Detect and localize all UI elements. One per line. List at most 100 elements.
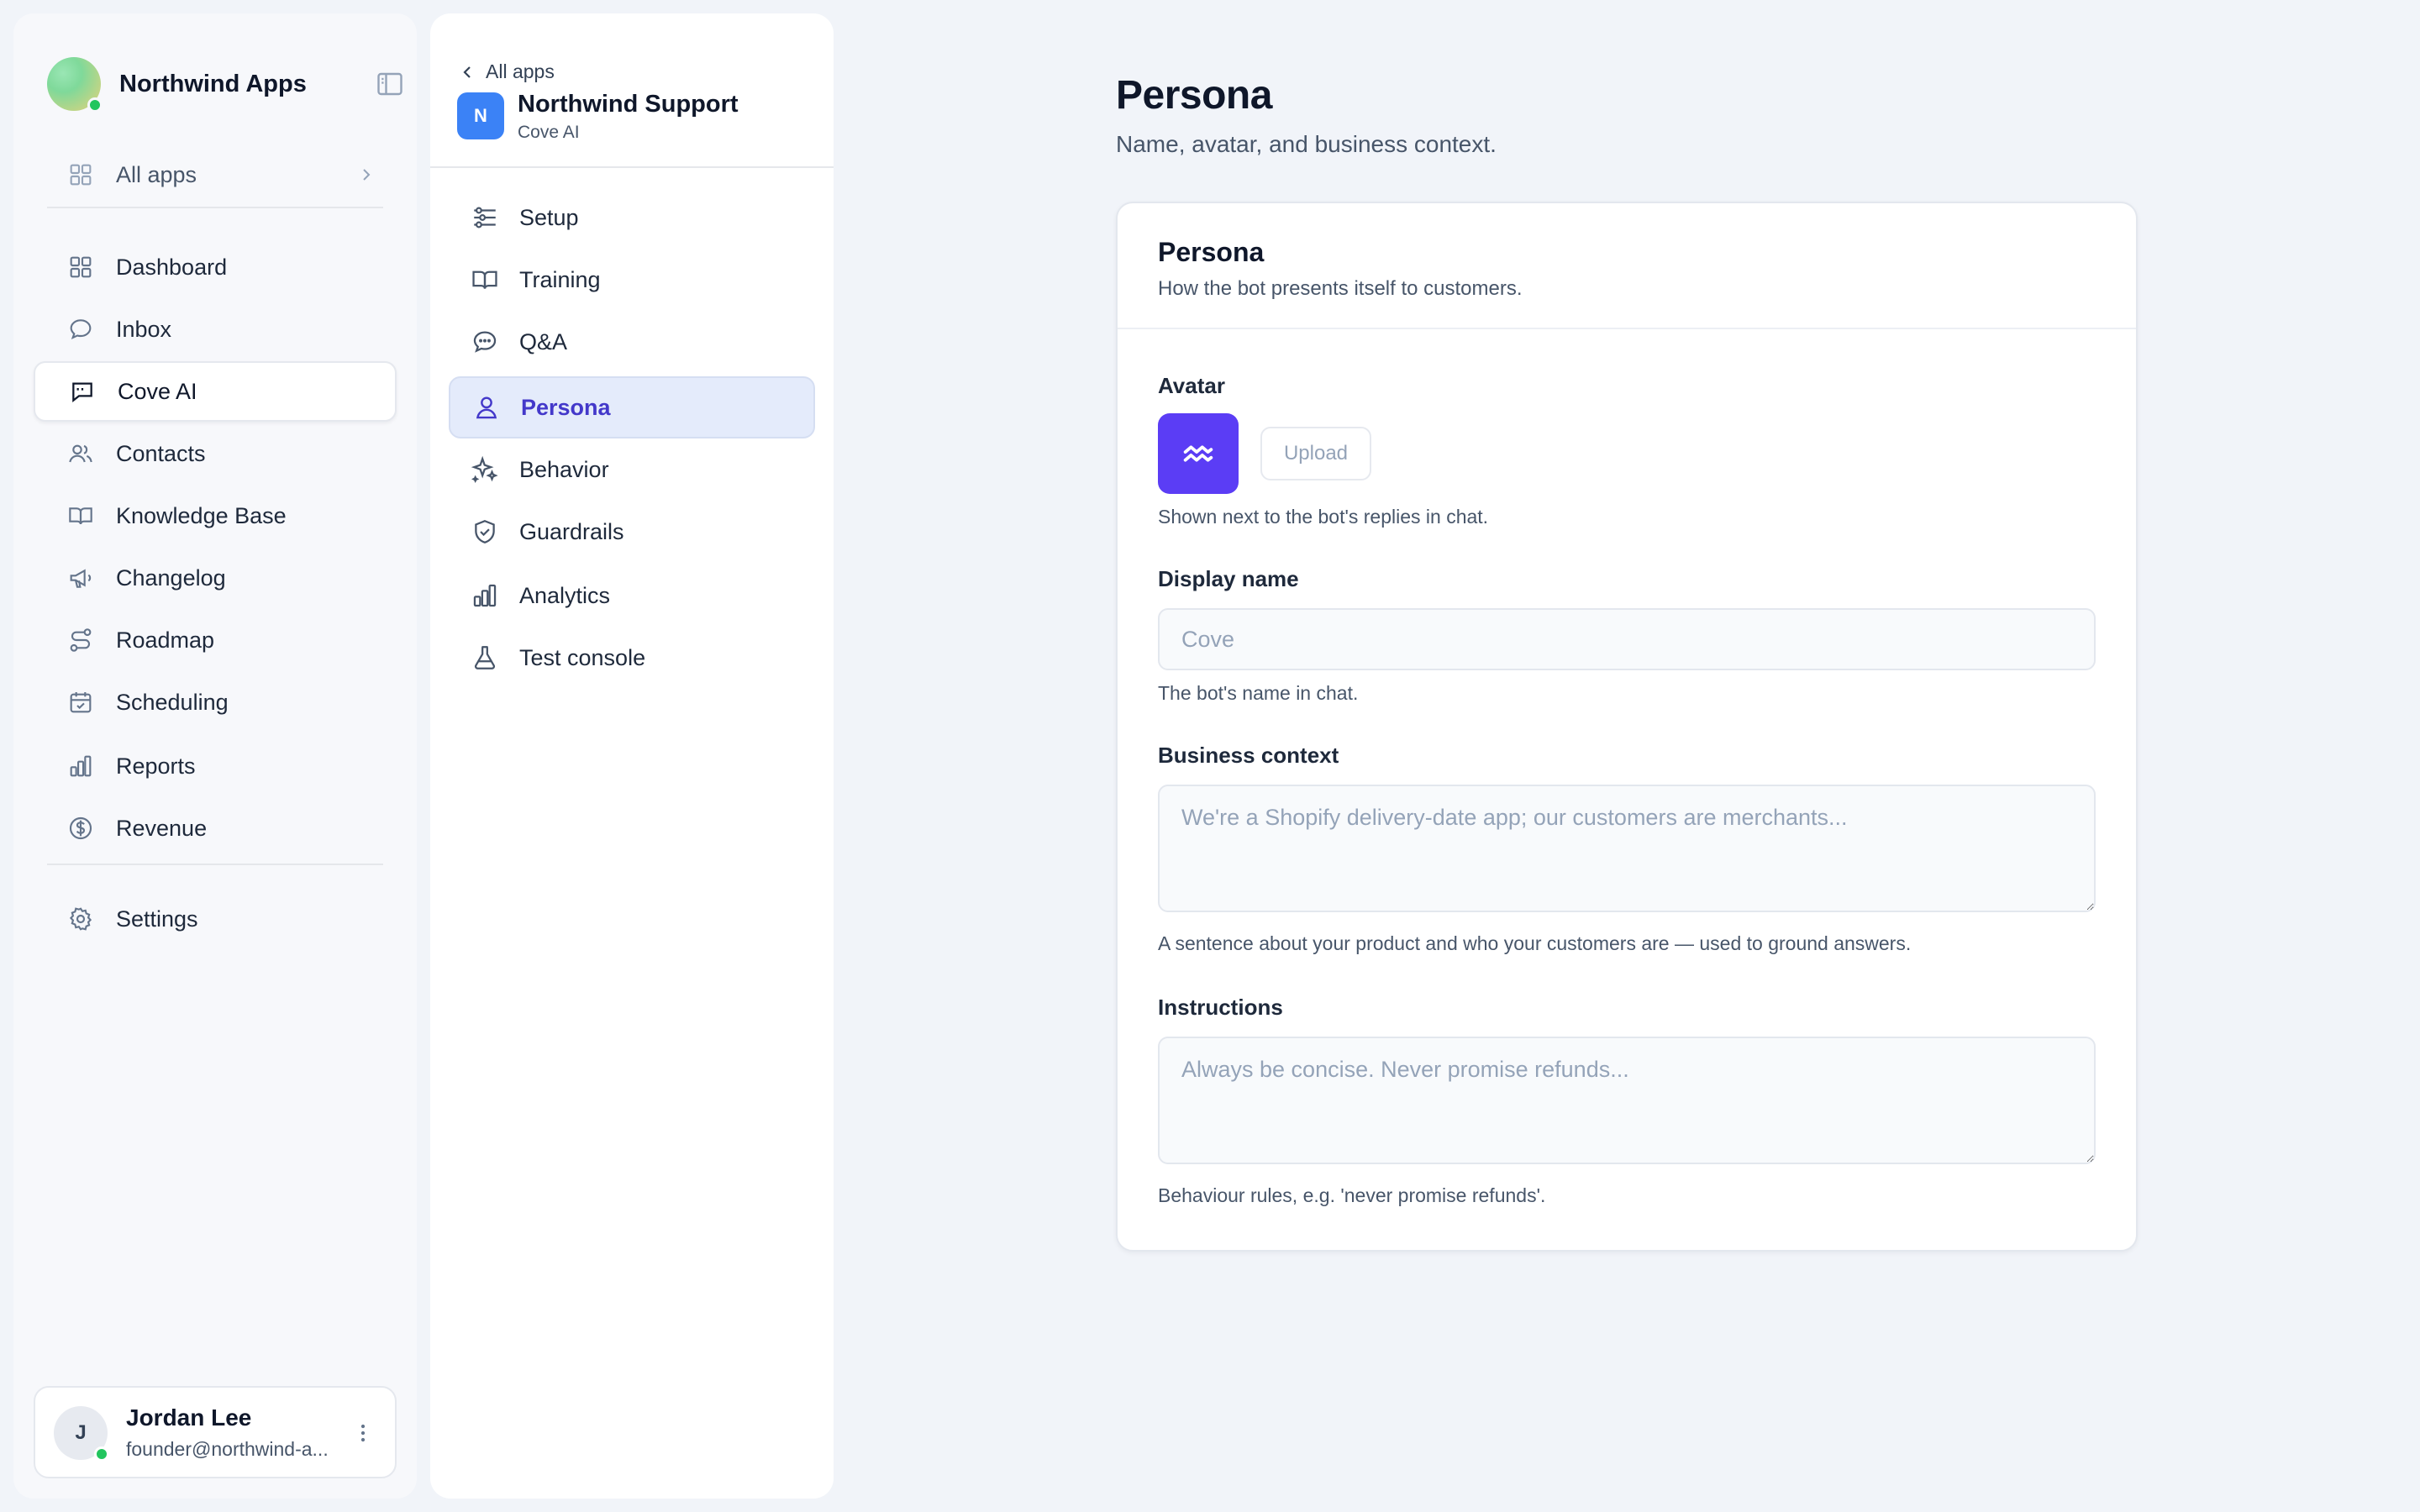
calendar-check-icon xyxy=(67,689,94,716)
route-icon xyxy=(67,627,94,654)
business-context-label: Business context xyxy=(1158,743,1339,768)
tab-analytics[interactable]: Analytics xyxy=(449,564,815,627)
grid-icon xyxy=(67,254,94,281)
back-to-all-apps-link[interactable]: All apps xyxy=(457,60,555,83)
main-sidebar: Northwind Apps All apps Dashboard Inbox … xyxy=(13,13,417,1499)
chevron-left-icon xyxy=(463,66,471,78)
sidebar-item-label: Contacts xyxy=(116,440,206,466)
divider xyxy=(1118,328,2136,329)
chat-bubble-icon xyxy=(471,328,499,356)
sidebar-item-label: Knowledge Base xyxy=(116,502,287,528)
instructions-textarea[interactable] xyxy=(1158,1037,2096,1164)
back-link-label: All apps xyxy=(486,60,555,82)
sidebar-item-all-apps[interactable]: All apps xyxy=(34,144,397,205)
divider xyxy=(47,864,383,865)
sidebar-item-revenue[interactable]: Revenue xyxy=(34,798,397,858)
chat-bubble-icon xyxy=(67,316,94,343)
shield-check-icon xyxy=(471,517,499,546)
card-subtitle: How the bot presents itself to customers… xyxy=(1158,277,1523,300)
tab-label: Setup xyxy=(519,204,579,230)
tab-label: Training xyxy=(519,266,601,292)
bar-chart-icon xyxy=(67,753,94,780)
sliders-icon xyxy=(471,203,499,232)
tab-test-console[interactable]: Test console xyxy=(449,627,815,689)
business-context-hint: A sentence about your product and who yo… xyxy=(1158,932,1912,954)
tab-guardrails[interactable]: Guardrails xyxy=(449,501,815,563)
tab-label: Q&A xyxy=(519,328,568,354)
more-vertical-icon[interactable] xyxy=(350,1420,376,1446)
bar-chart-icon xyxy=(471,581,499,610)
grid-icon xyxy=(67,161,94,188)
brand-name: Northwind Apps xyxy=(119,70,307,97)
sidebar-item-label: Settings xyxy=(116,906,198,932)
sidebar-item-label: Inbox xyxy=(116,316,172,342)
instructions-label: Instructions xyxy=(1158,995,1283,1020)
sidebar-item-knowledge-base[interactable]: Knowledge Base xyxy=(34,486,397,546)
tab-qa[interactable]: Q&A xyxy=(449,311,815,373)
sidebar-item-label: Scheduling xyxy=(116,689,229,715)
tab-label: Persona xyxy=(521,394,611,420)
app-settings-panel: All apps N Northwind Support Cove AI Set… xyxy=(430,13,834,1499)
app-title: Northwind Support xyxy=(518,91,739,118)
sidebar-item-reports[interactable]: Reports xyxy=(34,736,397,796)
sidebar-item-label: All apps xyxy=(116,161,197,187)
tab-behavior[interactable]: Behavior xyxy=(449,438,815,501)
user-name: Jordan Lee xyxy=(126,1404,252,1431)
sidebar-item-label: Roadmap xyxy=(116,627,215,653)
sidebar-item-dashboard[interactable]: Dashboard xyxy=(34,237,397,297)
book-open-icon xyxy=(67,502,94,529)
tab-setup[interactable]: Setup xyxy=(449,186,815,249)
page-subtitle: Name, avatar, and business context. xyxy=(1116,131,1497,157)
sidebar-item-label: Revenue xyxy=(116,815,208,841)
user-card[interactable]: J Jordan Lee founder@northwind-a... xyxy=(34,1386,397,1478)
sidebar-item-label: Changelog xyxy=(116,564,226,591)
flask-icon xyxy=(471,643,499,672)
divider xyxy=(430,166,834,168)
tab-label: Test console xyxy=(519,644,646,670)
online-indicator xyxy=(87,97,103,113)
sidebar-item-label: Cove AI xyxy=(118,378,197,404)
display-name-label: Display name xyxy=(1158,566,1299,591)
business-context-textarea[interactable] xyxy=(1158,785,2096,912)
divider xyxy=(47,207,383,208)
sidebar-item-roadmap[interactable]: Roadmap xyxy=(34,610,397,670)
tab-label: Analytics xyxy=(519,582,611,608)
online-indicator xyxy=(94,1446,109,1462)
sidebar-item-inbox[interactable]: Inbox xyxy=(34,299,397,360)
persona-card: Persona How the bot presents itself to c… xyxy=(1116,202,2138,1252)
brand-logo xyxy=(47,57,103,113)
sidebar-item-settings[interactable]: Settings xyxy=(34,889,397,949)
page-title: Persona xyxy=(1116,73,1272,118)
sidebar-item-label: Dashboard xyxy=(116,254,228,280)
tab-persona[interactable]: Persona xyxy=(449,376,815,438)
sparkles-icon xyxy=(471,455,499,484)
book-open-icon xyxy=(471,265,499,294)
message-square-icon xyxy=(69,378,96,405)
display-name-input[interactable] xyxy=(1158,608,2096,670)
card-title: Persona xyxy=(1158,237,1265,267)
tab-label: Behavior xyxy=(519,456,609,482)
megaphone-icon xyxy=(67,564,94,591)
sidebar-toggle-icon[interactable] xyxy=(375,69,405,99)
brand[interactable]: Northwind Apps xyxy=(47,44,402,124)
avatar: J xyxy=(54,1406,109,1462)
sidebar-item-scheduling[interactable]: Scheduling xyxy=(34,672,397,732)
dollar-circle-icon xyxy=(67,815,94,842)
gear-icon xyxy=(67,906,94,932)
sidebar-item-changelog[interactable]: Changelog xyxy=(34,548,397,608)
sidebar-item-cove-ai[interactable]: Cove AI xyxy=(34,361,397,422)
tab-training[interactable]: Training xyxy=(449,249,815,311)
tab-label: Guardrails xyxy=(519,518,624,544)
instructions-hint: Behaviour rules, e.g. 'never promise ref… xyxy=(1158,1184,1546,1206)
users-icon xyxy=(67,440,94,467)
sidebar-item-contacts[interactable]: Contacts xyxy=(34,423,397,484)
user-email: founder@northwind-a... xyxy=(126,1438,329,1460)
app-badge: N xyxy=(457,92,504,139)
waves-icon xyxy=(1183,445,1213,462)
app-subtitle: Cove AI xyxy=(518,123,580,142)
chevron-right-icon xyxy=(356,165,376,185)
sidebar-item-label: Reports xyxy=(116,753,196,779)
upload-button[interactable]: Upload xyxy=(1260,427,1371,480)
avatar-initial: J xyxy=(75,1421,87,1444)
bot-avatar[interactable] xyxy=(1158,413,1239,494)
